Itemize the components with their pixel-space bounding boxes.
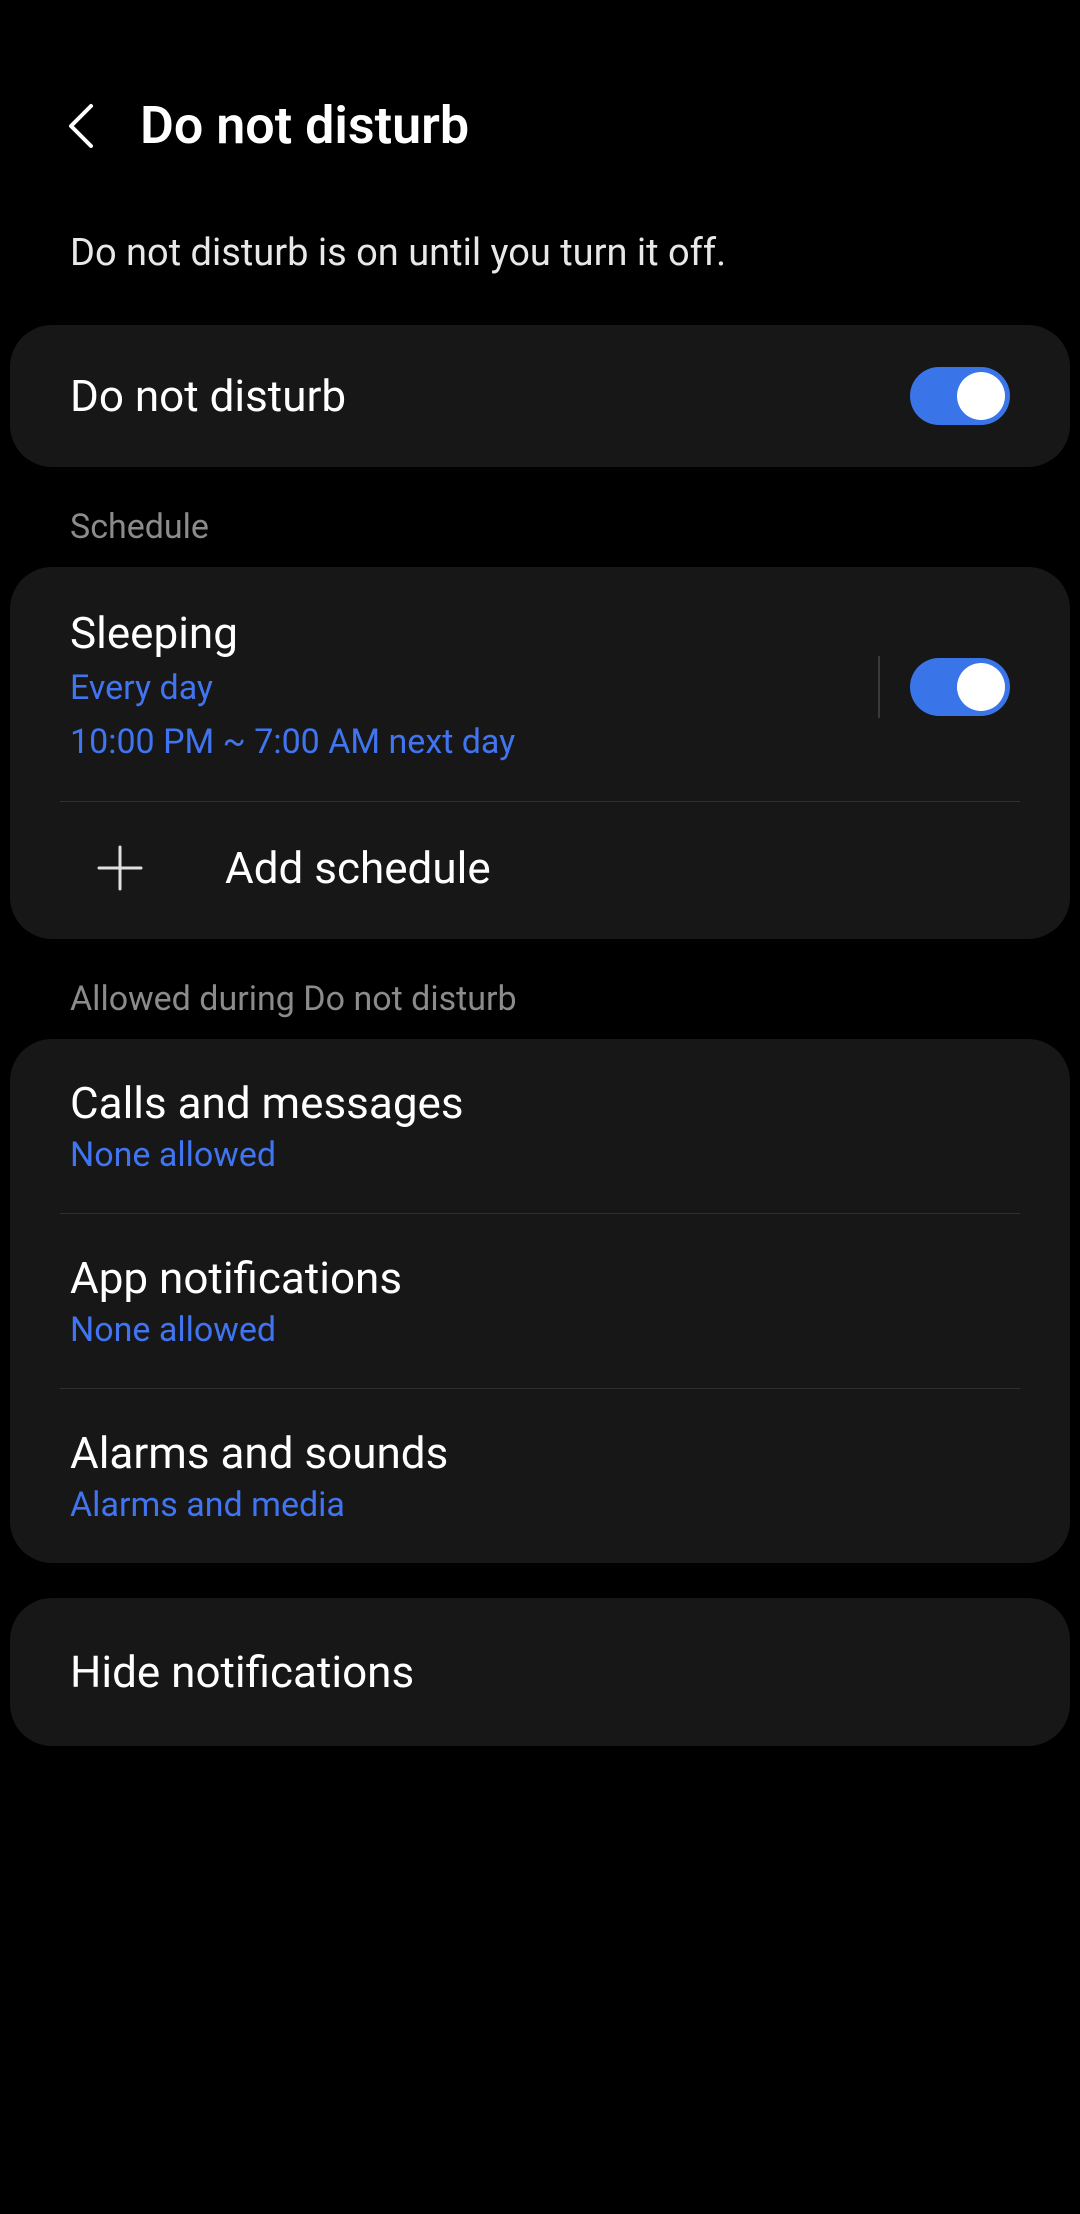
- dnd-toggle-label: Do not disturb: [70, 370, 346, 422]
- calls-title: Calls and messages: [70, 1077, 1010, 1129]
- add-schedule-label: Add schedule: [225, 842, 491, 894]
- schedule-section-label: Schedule: [0, 467, 1080, 567]
- app-notifications-row[interactable]: App notifications None allowed: [10, 1214, 1070, 1388]
- dnd-status-text: Do not disturb is on until you turn it o…: [0, 156, 1080, 325]
- calls-messages-row[interactable]: Calls and messages None allowed: [10, 1039, 1070, 1213]
- alarms-sounds-row[interactable]: Alarms and sounds Alarms and media: [10, 1389, 1070, 1563]
- schedule-days: Every day: [70, 665, 878, 713]
- add-schedule-row[interactable]: Add schedule: [10, 802, 1070, 939]
- back-icon[interactable]: [60, 106, 100, 146]
- allowed-section-label: Allowed during Do not disturb: [0, 939, 1080, 1039]
- calls-sub: None allowed: [70, 1135, 1010, 1175]
- allowed-card: Calls and messages None allowed App noti…: [10, 1039, 1070, 1563]
- page-title: Do not disturb: [140, 95, 469, 156]
- dnd-toggle-row[interactable]: Do not disturb: [10, 325, 1070, 467]
- apps-sub: None allowed: [70, 1310, 1010, 1350]
- schedule-name: Sleeping: [70, 607, 878, 659]
- schedule-card: Sleeping Every day 10:00 PM ~ 7:00 AM ne…: [10, 567, 1070, 939]
- vertical-divider: [878, 656, 880, 718]
- plus-icon: [95, 843, 145, 893]
- schedule-sleeping-row[interactable]: Sleeping Every day 10:00 PM ~ 7:00 AM ne…: [10, 567, 1070, 801]
- alarms-title: Alarms and sounds: [70, 1427, 1010, 1479]
- schedule-time: 10:00 PM ~ 7:00 AM next day: [70, 719, 878, 767]
- schedule-toggle[interactable]: [910, 658, 1010, 716]
- toggle-knob: [957, 372, 1005, 420]
- apps-title: App notifications: [70, 1252, 1010, 1304]
- hide-notifications-row[interactable]: Hide notifications: [10, 1598, 1070, 1746]
- toggle-knob: [957, 663, 1005, 711]
- hide-notifications-title: Hide notifications: [70, 1646, 1010, 1698]
- dnd-toggle[interactable]: [910, 367, 1010, 425]
- dnd-toggle-card: Do not disturb: [10, 325, 1070, 467]
- alarms-sub: Alarms and media: [70, 1485, 1010, 1525]
